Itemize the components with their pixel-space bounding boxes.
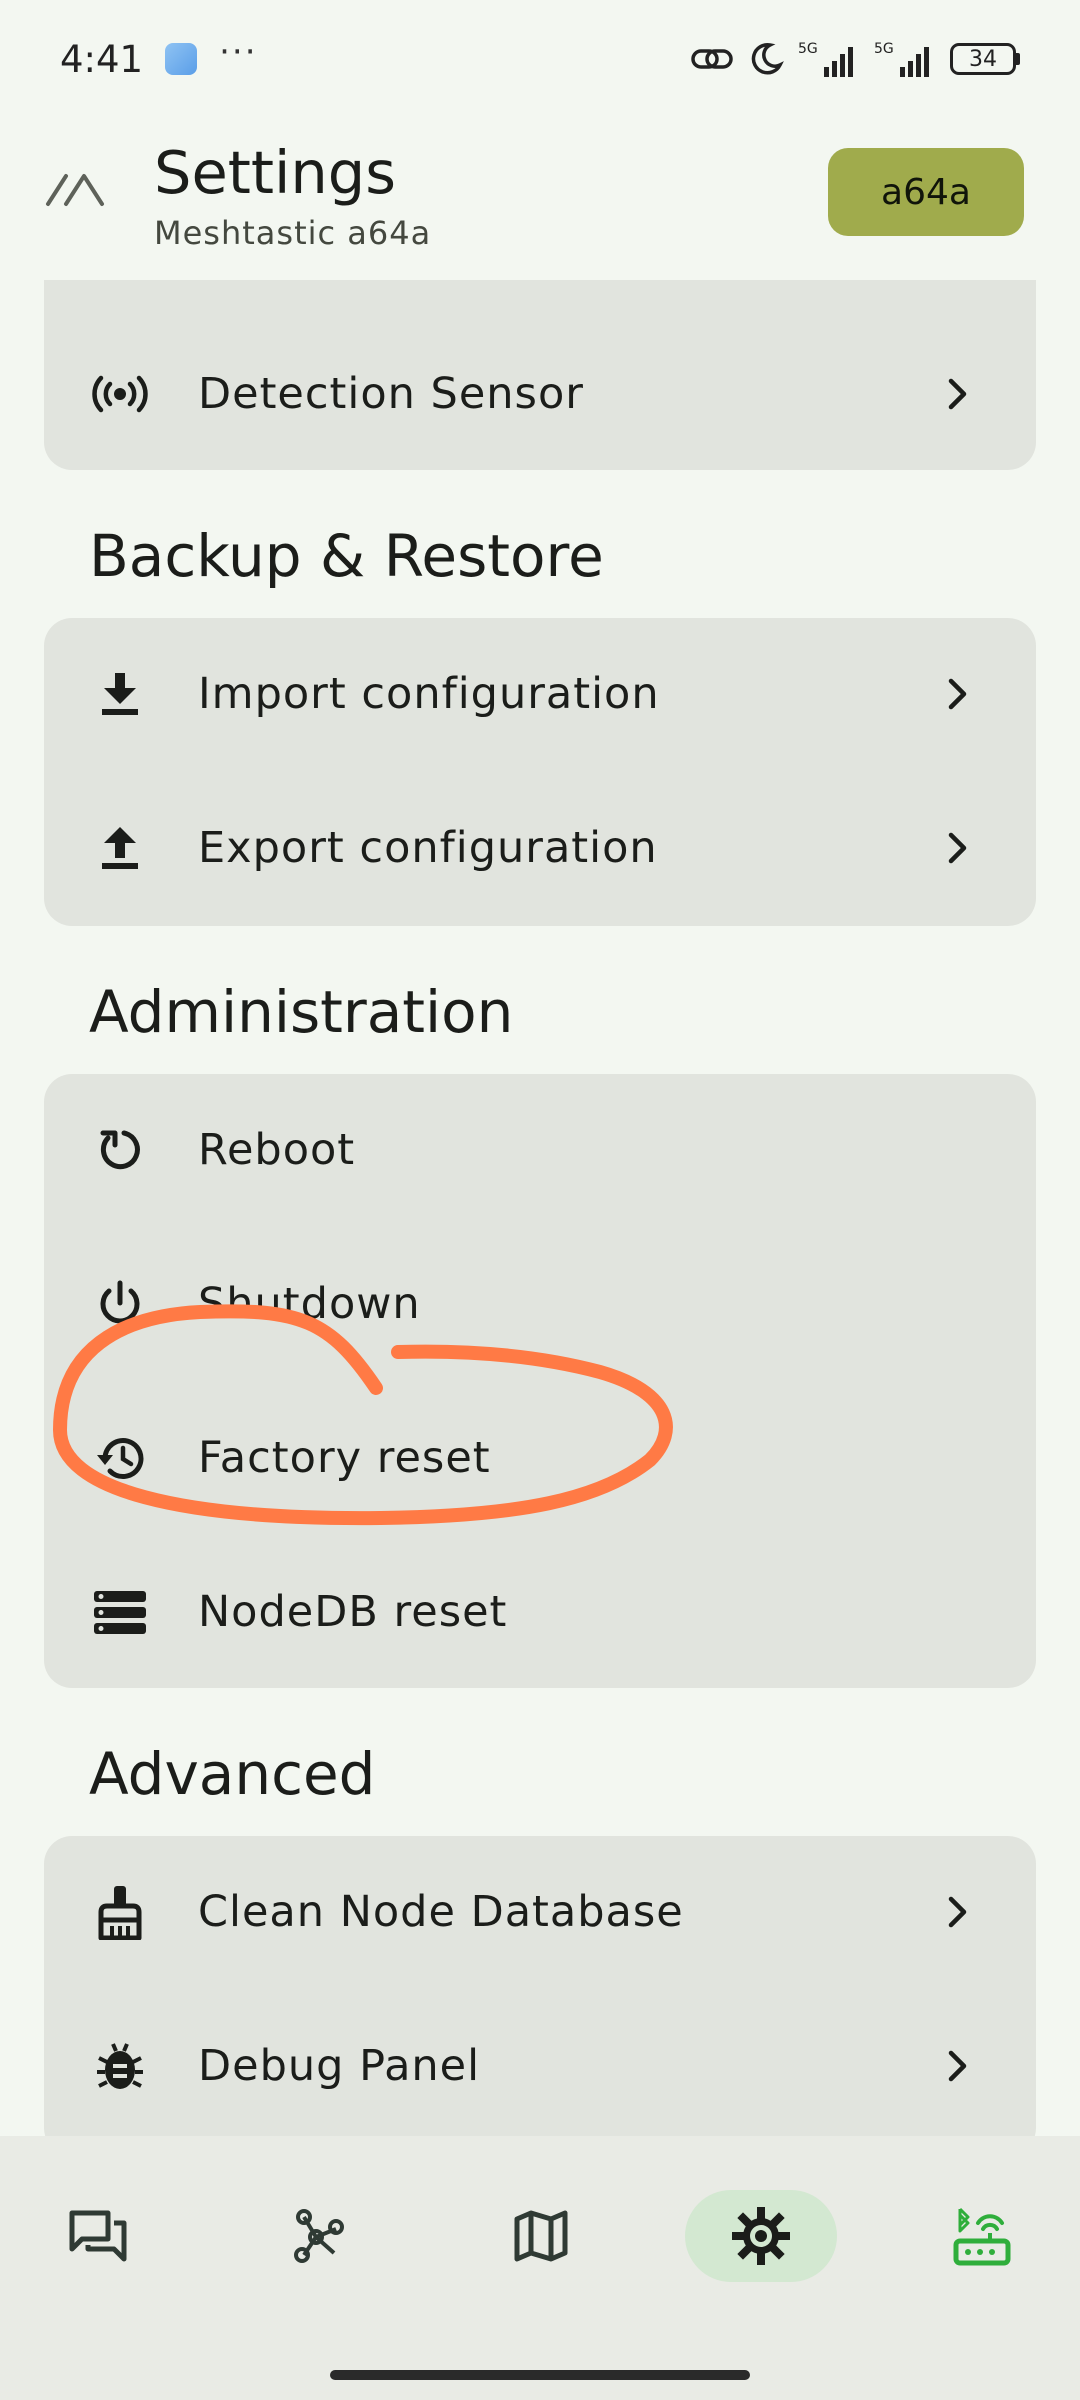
app-notification-icon	[165, 43, 198, 75]
sensors-icon	[90, 364, 150, 424]
nodedb-reset-label: NodeDB reset	[198, 1587, 508, 1637]
battery-level: 34	[950, 43, 1016, 75]
chevron-right-icon	[938, 674, 978, 714]
section-title-advanced: Advanced	[89, 1740, 376, 1808]
debug-panel-item[interactable]: Debug Panel	[44, 1990, 1036, 2136]
storage-icon	[90, 1582, 150, 1642]
status-time: 4:41	[60, 37, 144, 81]
graph-icon	[294, 2209, 344, 2263]
upload-icon	[90, 818, 150, 878]
meshtastic-logo-icon[interactable]	[44, 170, 110, 210]
nav-messages[interactable]	[22, 2190, 174, 2282]
bluetooth-router-icon	[953, 2207, 1011, 2266]
nav-nodes[interactable]	[243, 2190, 395, 2282]
section-title-administration: Administration	[89, 978, 514, 1046]
more-notifications-icon: ···	[219, 32, 258, 72]
power-icon	[90, 1274, 150, 1334]
nav-settings[interactable]	[685, 2190, 837, 2282]
nav-connections[interactable]	[906, 2190, 1058, 2282]
reboot-label: Reboot	[198, 1125, 356, 1175]
restart-icon	[90, 1120, 150, 1180]
detection-sensor-item[interactable]: Detection Sensor	[44, 318, 1036, 470]
home-indicator[interactable]	[330, 2370, 750, 2380]
import-configuration-item[interactable]: Import configuration	[44, 618, 1036, 770]
bug-icon	[90, 2036, 150, 2096]
chat-icon	[69, 2210, 127, 2262]
signal-icon: 5G	[798, 41, 853, 77]
nodedb-reset-item[interactable]: NodeDB reset	[44, 1536, 1036, 1688]
battery-icon: 34	[950, 43, 1020, 75]
settings-card-backup: Import configuration Export configuratio…	[44, 618, 1036, 926]
shutdown-label: Shutdown	[198, 1279, 421, 1329]
svg-text:5G: 5G	[874, 41, 894, 57]
page-subtitle: Meshtastic a64a	[154, 214, 432, 252]
history-icon	[90, 1428, 150, 1488]
link-icon	[691, 49, 733, 69]
bottom-navigation-bar	[0, 2136, 1080, 2400]
clean-node-database-label: Clean Node Database	[198, 1887, 684, 1937]
nav-map[interactable]	[465, 2190, 617, 2282]
factory-reset-item[interactable]: Factory reset	[44, 1382, 1036, 1534]
top-app-bar: Settings Meshtastic a64a a64a	[0, 118, 1080, 280]
moon-icon	[751, 43, 784, 75]
chevron-right-icon	[938, 2046, 978, 2086]
export-configuration-item[interactable]: Export configuration	[44, 772, 1036, 924]
broom-icon	[90, 1882, 150, 1942]
shutdown-item[interactable]: Shutdown	[44, 1228, 1036, 1380]
chevron-right-icon	[938, 374, 978, 414]
clean-node-database-item[interactable]: Clean Node Database	[44, 1836, 1036, 1988]
gear-icon	[732, 2207, 790, 2265]
svg-text:5G: 5G	[798, 41, 818, 57]
import-configuration-label: Import configuration	[198, 669, 660, 719]
settings-card-administration: Reboot Shutdown Factory reset NodeDB res…	[44, 1074, 1036, 1688]
reboot-item[interactable]: Reboot	[44, 1074, 1036, 1226]
status-bar: 4:41 ··· 5G 5G 34	[0, 0, 1080, 118]
debug-panel-label: Debug Panel	[198, 2041, 481, 2091]
settings-list[interactable]: Detection Sensor Backup & Restore Import…	[0, 280, 1080, 2136]
section-title-backup: Backup & Restore	[89, 522, 604, 590]
export-configuration-label: Export configuration	[198, 823, 658, 873]
chevron-right-icon	[938, 828, 978, 868]
settings-card-advanced: Clean Node Database Debug Panel	[44, 1836, 1036, 2136]
node-chip-button[interactable]: a64a	[828, 148, 1024, 236]
download-icon	[90, 664, 150, 724]
chevron-right-icon	[938, 1892, 978, 1932]
signal-icon-2: 5G	[874, 41, 929, 77]
map-icon	[514, 2210, 568, 2262]
factory-reset-label: Factory reset	[198, 1433, 491, 1483]
detection-sensor-label: Detection Sensor	[198, 369, 584, 419]
settings-card-modules: Detection Sensor	[44, 280, 1036, 470]
page-title: Settings	[154, 138, 396, 207]
